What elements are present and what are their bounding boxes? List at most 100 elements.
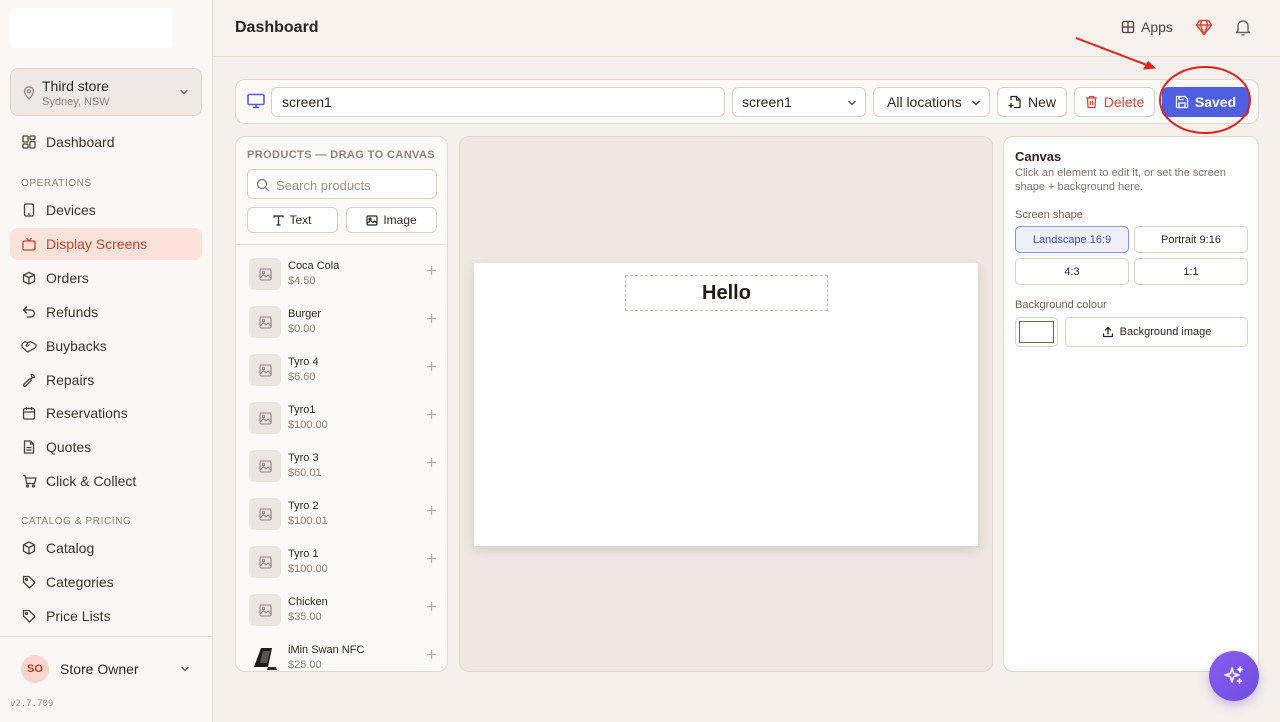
image-icon <box>366 214 383 226</box>
screen-select[interactable]: screen1 <box>732 87 866 117</box>
plus-icon[interactable] <box>426 457 437 468</box>
bell-icon[interactable] <box>1235 19 1251 36</box>
sidebar-item-refunds[interactable]: Refunds <box>10 296 202 328</box>
annotation-circle <box>1159 66 1251 134</box>
product-price: $100.00 <box>288 419 328 431</box>
sidebar-item-devices[interactable]: Devices <box>10 194 202 226</box>
add-text-button[interactable]: Text <box>247 207 338 233</box>
screen-shape-label: Screen shape <box>1015 209 1083 221</box>
product-price: $35.00 <box>288 611 322 623</box>
product-search[interactable] <box>247 169 437 199</box>
section-label-catalog: CATALOG & PRICING <box>21 516 132 527</box>
image-placeholder-icon <box>249 498 281 530</box>
product-price: $100.01 <box>288 515 328 527</box>
product-price: $25.00 <box>288 659 322 671</box>
product-name: Tyro 3 <box>288 452 319 464</box>
monitor-icon <box>247 93 265 109</box>
sidebar-item-buybacks[interactable]: Buybacks <box>10 330 202 362</box>
upload-icon <box>1102 326 1120 338</box>
image-placeholder-icon <box>249 306 281 338</box>
plus-icon[interactable] <box>426 649 437 660</box>
plus-icon[interactable] <box>426 409 437 420</box>
image-placeholder-icon <box>249 258 281 290</box>
product-item[interactable]: Tyro 1 $100.00 <box>249 542 439 582</box>
plus-icon[interactable] <box>426 553 437 564</box>
sidebar-item-label: Refunds <box>46 304 99 320</box>
sidebar-item-click-collect[interactable]: Click & Collect <box>10 465 202 497</box>
sidebar-item-quotes[interactable]: Quotes <box>10 431 202 463</box>
properties-title: Canvas <box>1015 149 1062 164</box>
background-image-button[interactable]: Background image <box>1065 317 1248 347</box>
calendar-icon <box>21 405 37 421</box>
sidebar-item-reservations[interactable]: Reservations <box>10 397 202 429</box>
product-item[interactable]: Chicken $35.00 <box>249 590 439 630</box>
image-placeholder-icon <box>249 402 281 434</box>
gem-icon[interactable] <box>1195 19 1213 36</box>
plus-icon[interactable] <box>426 265 437 276</box>
plus-icon[interactable] <box>426 601 437 612</box>
sidebar-item-display-screens[interactable]: Display Screens <box>10 228 202 260</box>
avatar: SO <box>21 655 49 683</box>
product-item[interactable]: Tyro 2 $100.01 <box>249 494 439 534</box>
text-icon <box>273 214 289 226</box>
location-select[interactable]: All locations <box>873 87 990 117</box>
new-button[interactable]: New <box>997 87 1067 117</box>
cart-icon <box>21 473 37 489</box>
delete-button[interactable]: Delete <box>1074 87 1155 117</box>
shape-portrait-button[interactable]: Portrait 9:16 <box>1134 226 1248 253</box>
background-image-label: Background image <box>1119 326 1212 338</box>
product-name: Tyro 2 <box>288 500 319 512</box>
sidebar-item-catalog[interactable]: Catalog <box>10 532 202 564</box>
product-item[interactable]: iMin Swan NFC $25.00 <box>249 638 439 671</box>
new-label: New <box>1027 94 1056 110</box>
tag-icon <box>21 608 37 624</box>
plus-icon[interactable] <box>426 361 437 372</box>
store-location: Sydney, NSW <box>42 96 110 108</box>
sidebar-item-orders[interactable]: Orders <box>10 262 202 294</box>
plus-icon[interactable] <box>426 505 437 516</box>
properties-description: Click an element to edit it, or set the … <box>1015 167 1226 193</box>
sidebar-item-label: Categories <box>46 574 114 590</box>
sidebar-divider <box>0 636 213 637</box>
canvas-area: Hello <box>459 136 993 672</box>
products-panel: PRODUCTS — DRAG TO CANVAS Text Image Coc… <box>235 136 448 672</box>
ai-assistant-button[interactable] <box>1209 651 1259 701</box>
canvas-text-element[interactable]: Hello <box>625 275 828 311</box>
chevron-down-icon <box>180 664 190 674</box>
sidebar-item-dashboard[interactable]: Dashboard <box>10 126 202 158</box>
card-terminal-image <box>249 642 281 671</box>
sidebar-item-repairs[interactable]: Repairs <box>10 364 202 396</box>
sidebar-item-label: Price Lists <box>46 608 111 624</box>
product-item[interactable]: Tyro 4 $6.60 <box>249 350 439 390</box>
add-image-button[interactable]: Image <box>346 207 437 233</box>
shape-landscape-button[interactable]: Landscape 16:9 <box>1015 226 1129 253</box>
color-swatch-fill <box>1019 321 1054 343</box>
product-item[interactable]: Tyro 3 $60.01 <box>249 446 439 486</box>
sidebar-item-price-lists[interactable]: Price Lists <box>10 600 202 632</box>
user-menu[interactable]: SO Store Owner <box>10 652 202 686</box>
screen-canvas[interactable]: Hello <box>474 263 978 546</box>
shape-4-3-button[interactable]: 4:3 <box>1015 258 1129 285</box>
product-item[interactable]: Tyro1 $100.00 <box>249 398 439 438</box>
panel-divider <box>236 244 447 245</box>
product-item[interactable]: Burger $0.00 <box>249 302 439 342</box>
sidebar: Third store Sydney, NSW Dashboard OPERAT… <box>0 0 213 722</box>
sidebar-item-categories[interactable]: Categories <box>10 566 202 598</box>
search-input[interactable] <box>276 174 434 196</box>
sidebar-item-label: Click & Collect <box>46 473 137 489</box>
product-name: Tyro1 <box>288 404 316 416</box>
sparkles-icon <box>1223 665 1245 687</box>
image-placeholder-icon <box>249 594 281 626</box>
background-color-picker[interactable] <box>1015 317 1058 347</box>
screen-name-input[interactable] <box>271 87 725 117</box>
product-name: Coca Cola <box>288 260 340 272</box>
plus-icon[interactable] <box>426 313 437 324</box>
shape-1-1-button[interactable]: 1:1 <box>1134 258 1248 285</box>
product-item[interactable]: Coca Cola $4.50 <box>249 254 439 294</box>
logo <box>10 8 172 48</box>
product-name: iMin Swan NFC <box>288 644 365 656</box>
wrench-icon <box>21 372 37 388</box>
background-colour-label: Background colour <box>1015 299 1107 311</box>
image-placeholder-icon <box>249 450 281 482</box>
store-selector[interactable]: Third store Sydney, NSW <box>10 68 202 116</box>
